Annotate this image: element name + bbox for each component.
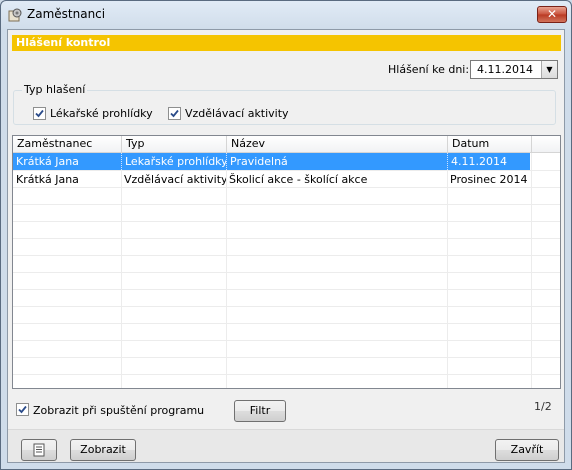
app-gear-icon — [7, 7, 23, 23]
cell-date: 4.11.2014 — [447, 153, 531, 170]
cell-date: Prosinec 2014 — [450, 173, 528, 186]
show-on-startup-label: Zobrazit při spuštění programu — [33, 404, 205, 417]
checkmark-icon — [18, 405, 27, 414]
close-button[interactable]: Zavřít — [495, 439, 559, 461]
cell-type: Vzdělávací aktivity — [124, 173, 226, 186]
document-list-icon — [33, 443, 45, 457]
window: Zaměstnanci ✕ Hlášení kontrol Hlášení ke… — [0, 0, 572, 470]
checkbox-training-activities[interactable] — [168, 107, 181, 120]
section-header: Hlášení kontrol — [12, 35, 561, 51]
column-header-employee[interactable]: Zaměstnanec — [13, 136, 122, 153]
dialog-body: Hlášení kontrol Hlášení ke dni: 4.11.201… — [7, 29, 565, 463]
report-type-title: Typ hlašení — [22, 83, 88, 96]
checkmark-icon — [35, 109, 44, 118]
table-row[interactable]: Krátká Jana Vzdělávací aktivity Školicí … — [13, 171, 560, 188]
column-header-date[interactable]: Datum — [448, 136, 532, 153]
reports-table: Zaměstnanec Typ Název Datum Krátká Jana … — [12, 135, 561, 389]
report-date-picker[interactable]: 4.11.2014 ▼ — [470, 60, 558, 79]
cell-name: Školicí akce - školící akce — [229, 173, 368, 186]
checkbox-medical-checkups[interactable] — [33, 107, 46, 120]
checkbox-show-on-startup[interactable] — [16, 403, 29, 416]
report-date-label: Hlášení ke dni: — [388, 63, 470, 76]
title-bar: Zaměstnanci ✕ — [1, 1, 571, 29]
checkmark-icon — [170, 109, 179, 118]
document-list-button[interactable] — [21, 439, 57, 461]
report-date-value: 4.11.2014 — [477, 63, 533, 76]
medical-checkups-label: Lékařské prohlídky — [50, 107, 153, 120]
show-button[interactable]: Zobrazit — [70, 439, 136, 461]
table-row[interactable]: Krátká Jana Lekařské prohlídky Pravideln… — [13, 153, 530, 170]
close-window-button[interactable]: ✕ — [537, 6, 567, 23]
window-title: Zaměstnanci — [27, 7, 106, 21]
page-indicator: 1/2 — [534, 400, 552, 413]
table-header: Zaměstnanec Typ Název Datum — [13, 136, 560, 153]
training-activities-label: Vzdělávací aktivity — [185, 107, 289, 120]
close-icon: ✕ — [546, 7, 558, 21]
cell-employee: Krátká Jana — [16, 155, 79, 168]
column-header-type[interactable]: Typ — [122, 136, 227, 153]
cell-employee: Krátká Jana — [16, 173, 79, 186]
cell-type: Lekařské prohlídky — [121, 153, 226, 170]
column-header-name[interactable]: Název — [227, 136, 448, 153]
chevron-down-icon[interactable]: ▼ — [541, 61, 557, 78]
column-header-empty — [532, 136, 560, 153]
filter-button[interactable]: Filtr — [234, 400, 286, 422]
cell-name: Pravidelná — [226, 153, 447, 170]
